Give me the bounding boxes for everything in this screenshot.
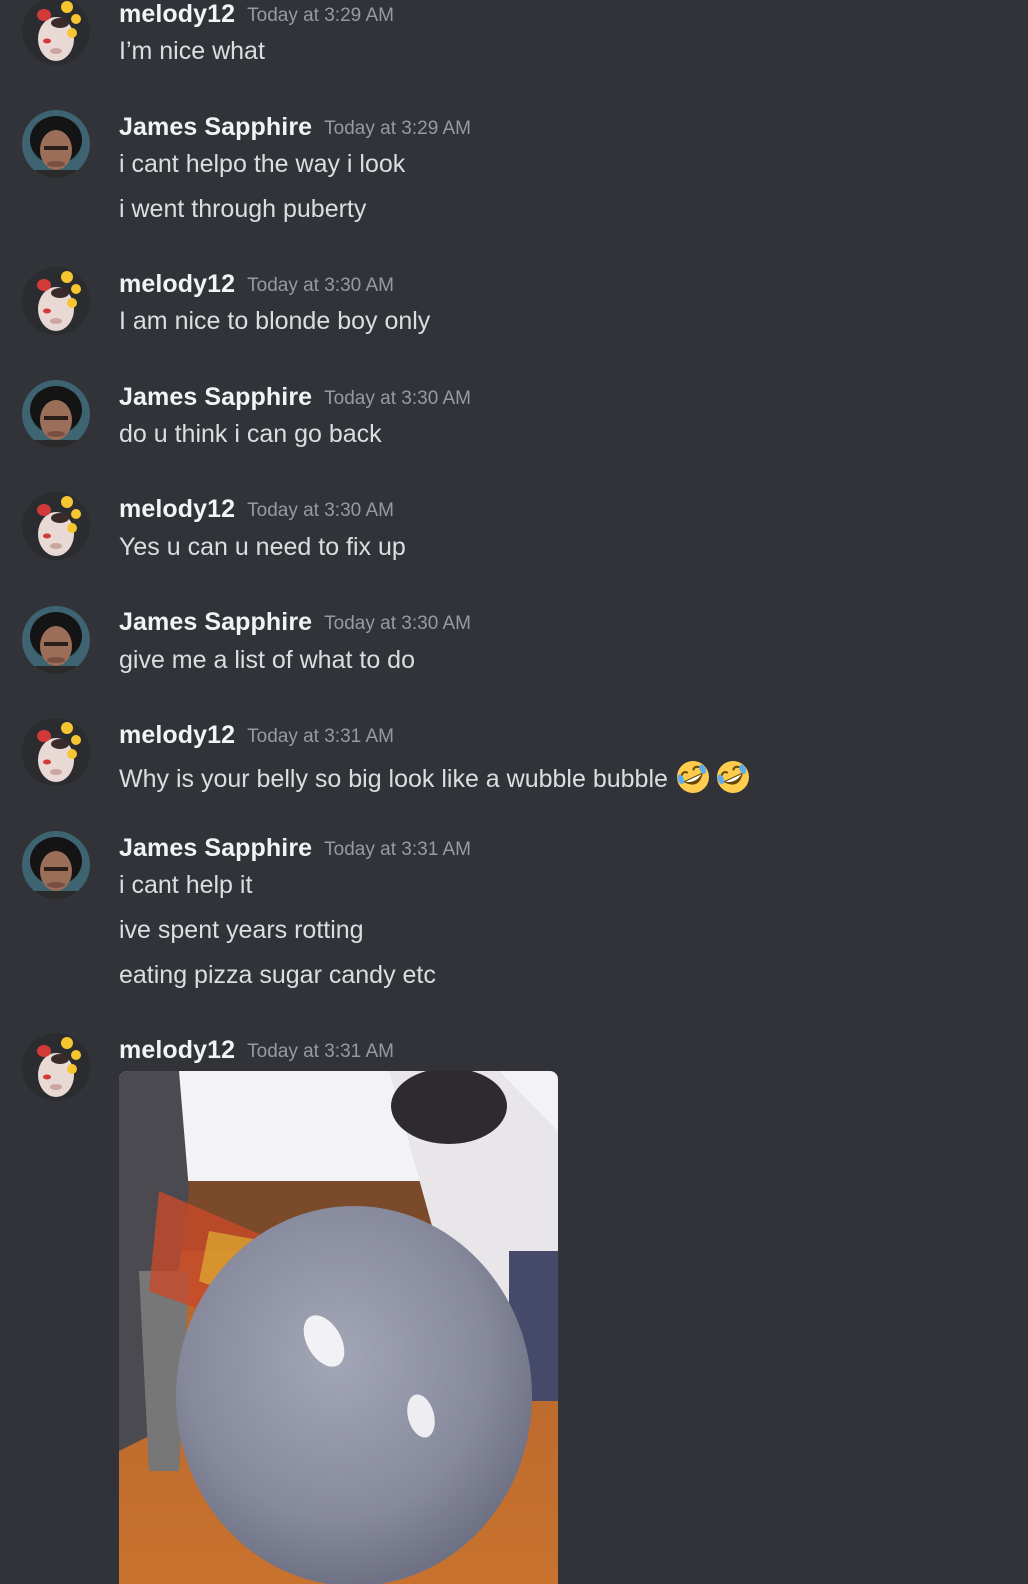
user-avatar[interactable] (22, 831, 90, 899)
user-avatar[interactable] (22, 0, 90, 65)
message-header: melody12 Today at 3:30 AM (119, 270, 394, 299)
timestamp[interactable]: Today at 3:30 AM (247, 500, 394, 521)
message-text: I am nice to blonde boy only (119, 307, 431, 335)
user-avatar[interactable] (22, 1033, 90, 1101)
user-avatar[interactable] (22, 110, 90, 178)
message-text: ive spent years rotting (119, 916, 364, 944)
message-header: James Sapphire Today at 3:30 AM (119, 608, 471, 637)
timestamp[interactable]: Today at 3:29 AM (324, 118, 471, 139)
melody-avatar-image (22, 492, 90, 560)
message-header: James Sapphire Today at 3:31 AM (119, 834, 471, 863)
rolling-on-floor-laughing-emoji[interactable] (714, 758, 752, 796)
james-avatar-image (22, 380, 90, 448)
james-avatar-image (22, 606, 90, 674)
balloon-gif-image (119, 1071, 558, 1584)
message-text: Why is your belly so big look like a wub… (119, 758, 752, 796)
username[interactable]: melody12 (119, 0, 235, 28)
user-avatar[interactable] (22, 492, 90, 560)
timestamp[interactable]: Today at 3:31 AM (247, 726, 394, 747)
message-text: i cant helpo the way i look (119, 150, 406, 178)
message-header: melody12 Today at 3:31 AM (119, 721, 394, 750)
james-avatar-image (22, 831, 90, 899)
message-text: i cant help it (119, 871, 253, 899)
timestamp[interactable]: Today at 3:30 AM (324, 613, 471, 634)
melody-avatar-image (22, 0, 90, 65)
timestamp[interactable]: Today at 3:30 AM (247, 275, 394, 296)
message-text-content: Why is your belly so big look like a wub… (119, 765, 668, 793)
username[interactable]: melody12 (119, 270, 235, 298)
username[interactable]: James Sapphire (119, 608, 312, 636)
user-avatar[interactable] (22, 380, 90, 448)
username[interactable]: melody12 (119, 721, 235, 749)
user-avatar[interactable] (22, 267, 90, 335)
username[interactable]: James Sapphire (119, 383, 312, 411)
message-text: i went through puberty (119, 195, 367, 223)
username[interactable]: melody12 (119, 495, 235, 523)
message-header: melody12 Today at 3:30 AM (119, 495, 394, 524)
username[interactable]: James Sapphire (119, 113, 312, 141)
timestamp[interactable]: Today at 3:30 AM (324, 388, 471, 409)
melody-avatar-image (22, 718, 90, 786)
gif-attachment[interactable] (119, 1071, 558, 1584)
message-header: James Sapphire Today at 3:29 AM (119, 113, 471, 142)
message-text: give me a list of what to do (119, 646, 415, 674)
message-text: eating pizza sugar candy etc (119, 961, 436, 989)
username[interactable]: James Sapphire (119, 834, 312, 862)
message-text: Yes u can u need to fix up (119, 533, 406, 561)
melody-avatar-image (22, 1033, 90, 1101)
message-header: melody12 Today at 3:31 AM (119, 1036, 394, 1065)
melody-avatar-image (22, 267, 90, 335)
timestamp[interactable]: Today at 3:31 AM (247, 1041, 394, 1062)
timestamp[interactable]: Today at 3:29 AM (247, 5, 394, 26)
user-avatar[interactable] (22, 718, 90, 786)
message-text: do u think i can go back (119, 420, 382, 448)
rolling-on-floor-laughing-emoji[interactable] (674, 758, 712, 796)
user-avatar[interactable] (22, 606, 90, 674)
message-text: I’m nice what (119, 37, 265, 65)
message-header: melody12 Today at 3:29 AM (119, 0, 394, 29)
james-avatar-image (22, 110, 90, 178)
username[interactable]: melody12 (119, 1036, 235, 1064)
message-header: James Sapphire Today at 3:30 AM (119, 383, 471, 412)
timestamp[interactable]: Today at 3:31 AM (324, 839, 471, 860)
